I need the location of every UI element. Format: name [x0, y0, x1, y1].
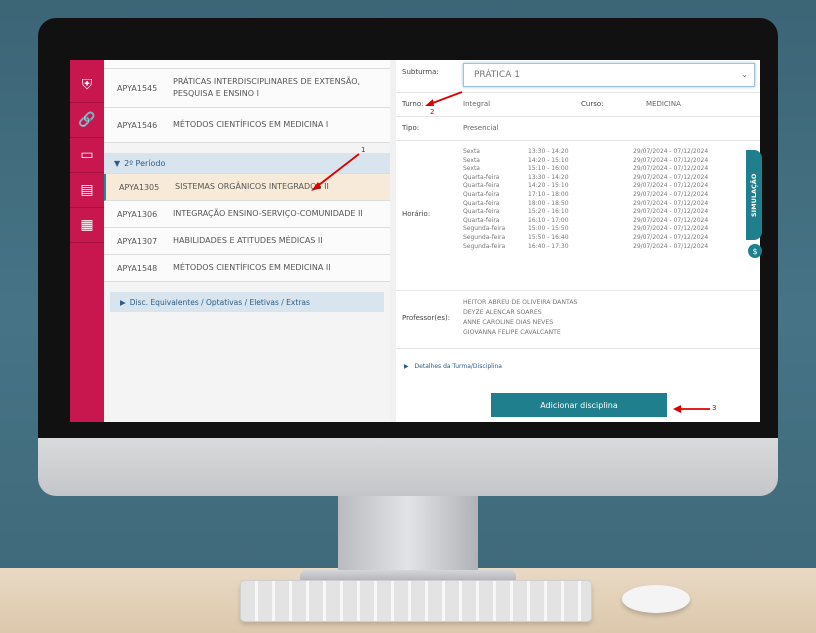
schedule-day: Quarta-feira — [463, 199, 500, 207]
professor-list: HEITOR ABREU DE OLIVEIRA DANTAS DEYZE AL… — [463, 298, 577, 338]
add-discipline-button[interactable]: Adicionar disciplina — [491, 393, 667, 417]
schedule-row: Sexta 13:30 - 14:20 29/07/2024 - 07/12/202… — [463, 148, 753, 157]
keyboard — [240, 580, 592, 622]
tipo-row: Tipo: Presencial — [396, 116, 760, 141]
caret-right-icon: ▶ — [404, 363, 409, 370]
schedule-date: 29/07/2024 - 07/12/2024 — [633, 173, 709, 181]
professor-name: DEYZE ALENCAR SOARES — [463, 309, 542, 316]
subturma-row: Subturma: PRÁTICA 1 ⌄ — [396, 60, 760, 93]
link-icon[interactable]: 🔗 — [70, 103, 104, 138]
schedule-time: 16:10 - 17:00 — [528, 216, 569, 224]
schedule-row: Segunda-feira 15:00 - 15:50 29/07/2024 - 0… — [463, 225, 753, 234]
schedule-row: Segunda-feira 16:40 - 17:30 29/07/2024 - 0… — [463, 243, 753, 252]
screen: ⛨ 🔗 ▭ ▤ ▦ APYA1545 PRÁTICAS INTERDISCIPL… — [70, 60, 760, 422]
document-icon[interactable]: ▤ — [70, 173, 104, 208]
list-item[interactable]: APYA1307 HABILIDADES E ATITUDES MÉDICAS … — [104, 228, 390, 255]
schedule-date: 29/07/2024 - 07/12/2024 — [633, 190, 709, 198]
schedule-day: Segunda-feira — [463, 225, 506, 233]
schedule-day: Sexta — [463, 165, 480, 173]
monitor-chin — [38, 438, 778, 496]
schedule-time: 15:50 - 16:40 — [528, 233, 569, 241]
schedule-time: 15:10 - 16:00 — [528, 165, 569, 173]
schedule-time: 15:00 - 15:50 — [528, 225, 569, 233]
schedule-time: 16:40 - 17:30 — [528, 242, 569, 250]
schedule-row: Quarta-feira 17:10 - 18:00 29/07/2024 - 07… — [463, 191, 753, 200]
chevron-down-icon: ⌄ — [741, 70, 748, 79]
list-item[interactable]: APYA1546 MÉTODOS CIENTÍFICOS EM MEDICINA… — [104, 108, 390, 143]
schedule-table: Sexta 13:30 - 14:20 29/07/2024 - 07/12/202… — [463, 148, 753, 251]
calendar-icon[interactable]: ▦ — [70, 208, 104, 243]
professor-name: GIOVANNA FELIPE CAVALCANTE — [463, 329, 561, 336]
schedule-time: 15:20 - 16:10 — [528, 208, 569, 216]
schedule-date: 29/07/2024 - 07/12/2024 — [633, 156, 709, 164]
details-link[interactable]: ▶ Detalhes da Turma/Disciplina — [404, 363, 502, 370]
schedule-day: Segunda-feira — [463, 242, 506, 250]
annotation-number-3: 3 — [712, 404, 717, 412]
schedule-date: 29/07/2024 - 07/12/2024 — [633, 165, 709, 173]
professor-name: ANNE CAROLINE DIAS NEVES — [463, 319, 554, 326]
turno-row: Turno: Integral Curso: MEDICINA — [396, 92, 760, 117]
schedule-row: Quarta-feira 16:10 - 17:00 29/07/2024 - 07… — [463, 217, 753, 226]
schedule-date: 29/07/2024 - 07/12/2024 — [633, 208, 709, 216]
caret-down-icon: ▼ — [114, 158, 121, 168]
list-item[interactable]: APYA1306 INTEGRAÇÃO ENSINO-SERVIÇO-COMUN… — [104, 201, 390, 228]
schedule-row: Quarta-feira 15:20 - 16:10 29/07/2024 - 07… — [463, 208, 753, 217]
mouse — [622, 585, 690, 613]
book-icon[interactable]: ▭ — [70, 138, 104, 173]
schedule-time: 17:10 - 18:00 — [528, 190, 569, 198]
schedule-day: Sexta — [463, 156, 480, 164]
list-item[interactable]: APYA1545 PRÁTICAS INTERDISCIPLINARES DE … — [104, 69, 390, 108]
annotation-number-2: 2 — [430, 108, 435, 116]
simulation-tab[interactable]: SIMULAÇÃO — [746, 150, 762, 240]
list-top-cut — [104, 60, 390, 69]
schedule-day: Quarta-feira — [463, 208, 500, 216]
schedule-time: 13:30 - 14:20 — [528, 173, 569, 181]
schedule-time: 14:20 - 15:10 — [528, 182, 569, 190]
list-item-selected[interactable]: APYA1305 SISTEMAS ORGÂNICOS INTEGRADOS I… — [104, 174, 390, 201]
schedule-day: Quarta-feira — [463, 190, 500, 198]
schedule-row: Sexta 14:20 - 15:10 29/07/2024 - 07/12/202… — [463, 157, 753, 166]
schedule-row: Quarta-feira 13:30 - 14:20 29/07/2024 - 07… — [463, 174, 753, 183]
discipline-list: APYA1545 PRÁTICAS INTERDISCIPLINARES DE … — [104, 60, 390, 422]
schedule-row: Quarta-feira 14:20 - 15:10 29/07/2024 - 07… — [463, 182, 753, 191]
schedule-date: 29/07/2024 - 07/12/2024 — [633, 182, 709, 190]
schedule-day: Segunda-feira — [463, 233, 506, 241]
schedule-time: 13:30 - 14:20 — [528, 148, 569, 155]
shield-icon[interactable]: ⛨ — [70, 68, 104, 103]
dollar-icon[interactable]: $ — [748, 244, 762, 258]
period-header[interactable]: ▼ 2º Período — [104, 153, 390, 174]
schedule-date: 29/07/2024 - 07/12/2024 — [633, 233, 709, 241]
schedule-time: 14:20 - 15:10 — [528, 156, 569, 164]
schedule-day: Quarta-feira — [463, 173, 500, 181]
sidebar: ⛨ 🔗 ▭ ▤ ▦ — [70, 60, 104, 422]
subturma-select[interactable]: PRÁTICA 1 ⌄ — [463, 63, 755, 87]
schedule-day: Sexta — [463, 148, 480, 155]
schedule-row: Quarta-feira 18:00 - 18:50 29/07/2024 - 07… — [463, 200, 753, 209]
schedule-date: 29/07/2024 - 07/12/2024 — [633, 199, 709, 207]
list-item[interactable]: APYA1548 MÉTODOS CIENTÍFICOS EM MEDICINA… — [104, 255, 390, 282]
schedule-row: Sexta 15:10 - 16:00 29/07/2024 - 07/12/202… — [463, 165, 753, 174]
annotation-number-1: 1 — [361, 146, 366, 154]
schedule-date: 29/07/2024 - 07/12/2024 — [633, 148, 709, 155]
professor-row: Professor(es): — [396, 290, 760, 349]
schedule-time: 18:00 - 18:50 — [528, 199, 569, 207]
schedule-day: Quarta-feira — [463, 216, 500, 224]
equivalents-accordion[interactable]: ▶ Disc. Equivalentes / Optativas / Eleti… — [110, 292, 384, 312]
schedule-date: 29/07/2024 - 07/12/2024 — [633, 216, 709, 224]
professor-name: HEITOR ABREU DE OLIVEIRA DANTAS — [463, 299, 578, 306]
schedule-date: 29/07/2024 - 07/12/2024 — [633, 225, 709, 233]
schedule-row: Segunda-feira 15:50 - 16:40 29/07/2024 - 0… — [463, 234, 753, 243]
class-detail-panel: Subturma: PRÁTICA 1 ⌄ Turno: Integral Cu… — [396, 60, 760, 422]
schedule-day: Quarta-feira — [463, 182, 500, 190]
monitor-stand — [338, 496, 478, 574]
schedule-date: 29/07/2024 - 07/12/2024 — [633, 242, 709, 250]
